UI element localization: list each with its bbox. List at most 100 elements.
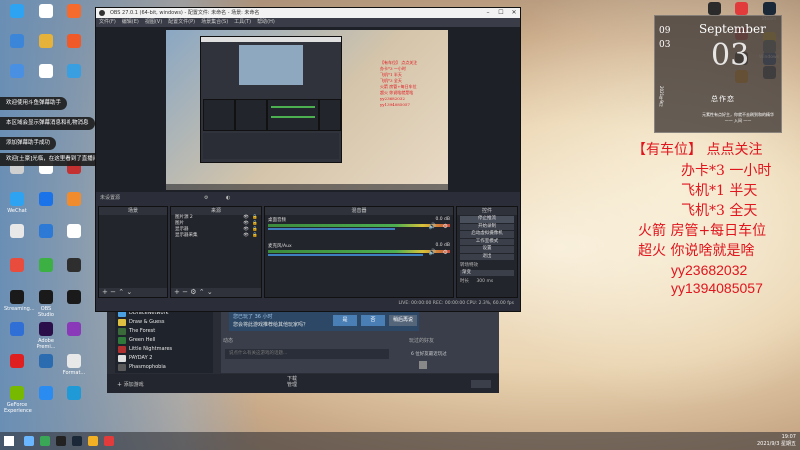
obs-menu-item[interactable]: 配置文件(P) (168, 19, 195, 25)
desktop-icon[interactable] (4, 258, 30, 274)
calendar-widget[interactable]: 09 03 September 03 2021年9月 总作恋 元素性有点好主，你… (654, 15, 782, 133)
control-button[interactable]: 启动虚拟摄像机 (460, 231, 514, 238)
filters-icon[interactable]: ◐ (226, 192, 230, 204)
desktop-icon[interactable]: OBS Studio (33, 290, 59, 318)
desktop-icon[interactable]: GeForce Experience (4, 386, 32, 414)
control-button[interactable]: 停止推流 (460, 216, 514, 223)
lock-icon[interactable]: 🔒 (252, 233, 258, 239)
taskbar-app-2-icon[interactable] (40, 436, 50, 446)
mic-gear-icon[interactable]: ⚙ (443, 249, 448, 256)
move-down-icon[interactable]: ⌄ (126, 288, 132, 296)
friend-avatar[interactable] (419, 361, 427, 369)
desktop-icon[interactable] (61, 34, 87, 50)
downloads-button[interactable]: 下载 管理 (287, 376, 297, 388)
settings-gear-icon[interactable]: ⚙ (443, 223, 448, 230)
activity-input[interactable]: 说点什么有关这游戏的话题... (225, 349, 389, 359)
desktop-icon[interactable] (33, 64, 59, 80)
mic-slider[interactable] (268, 254, 423, 256)
add-source-icon[interactable]: + (174, 288, 180, 296)
desktop-icon[interactable] (61, 258, 87, 274)
remove-scene-icon[interactable]: − (110, 288, 116, 296)
desktop-icon[interactable] (33, 4, 59, 20)
move-up-icon[interactable]: ⌃ (118, 288, 124, 296)
desktop-icon[interactable] (4, 322, 30, 338)
taskbar-folder-icon[interactable] (88, 436, 98, 446)
taskbar-app-1-icon[interactable] (24, 436, 34, 446)
obs-window[interactable]: OBS 27.0.1 (64-bit, windows) - 配置文件: 未命名… (95, 7, 521, 312)
desktop-icon[interactable] (4, 34, 30, 50)
desktop-icon[interactable]: WeChat (4, 192, 30, 214)
notification-guest[interactable]: 欢迎[土豪]光临，在这里看到了直播间 (0, 153, 105, 166)
recommend-later-button[interactable]: 稍后再说 (389, 315, 417, 326)
visibility-eye-icon[interactable]: 👁 (243, 233, 249, 239)
source-item[interactable]: 显示器采集 👁 🔒 (171, 233, 261, 239)
desktop-icon[interactable] (33, 258, 59, 274)
duration-field[interactable]: 时长 300 ms (460, 278, 514, 284)
steam-game-item[interactable]: Green Hell (115, 336, 213, 345)
transition-select[interactable]: 渐变 (460, 270, 514, 276)
desktop-audio-slider[interactable] (268, 228, 396, 230)
add-game-button[interactable]: ＋ 添加游戏 (117, 381, 144, 388)
steam-game-item[interactable]: Phasmophobia (115, 363, 213, 372)
steam-game-item[interactable]: PAYDAY 2 (115, 354, 213, 363)
steam-game-item[interactable]: Little Nightmares (115, 345, 213, 354)
minimize-icon[interactable]: – (482, 8, 494, 18)
desktop-icon[interactable] (61, 64, 87, 80)
desktop-icon[interactable] (33, 386, 59, 402)
taskbar-app-6-icon[interactable] (104, 436, 114, 446)
recommend-no-button[interactable]: 否 (361, 315, 385, 326)
steam-game-item[interactable]: Draw & Guess (115, 318, 213, 327)
close-icon[interactable]: ✕ (508, 8, 520, 18)
taskbar-steam-icon[interactable] (72, 436, 82, 446)
obs-menu-item[interactable]: 编辑(E) (122, 19, 139, 25)
notification-area-info[interactable]: 本区域会显示弹幕消息和礼物消息 (0, 117, 95, 130)
obs-menu-item[interactable]: 文件(F) (99, 19, 116, 25)
source-down-icon[interactable]: ⌄ (207, 288, 213, 296)
control-button[interactable]: 设置 (460, 246, 514, 253)
taskbar-clock[interactable]: 19:07 2021/9/3 星期五 (757, 434, 796, 448)
control-button[interactable]: 工作室模式 (460, 238, 514, 245)
desktop-icon[interactable] (33, 224, 59, 240)
add-scene-icon[interactable]: + (102, 288, 108, 296)
start-windows-icon[interactable] (4, 436, 14, 446)
desktop-icon[interactable] (33, 34, 59, 50)
desktop-icon[interactable] (61, 192, 87, 208)
notification-added[interactable]: 添加弹幕助手成功 (0, 137, 57, 150)
calendar-month-number: 09 (659, 26, 671, 36)
friends-chat-button[interactable] (471, 380, 491, 388)
desktop-icon[interactable] (33, 354, 59, 370)
obs-menu-item[interactable]: 视图(V) (145, 19, 162, 25)
speaker-icon[interactable]: 🔊 (429, 223, 436, 230)
remove-source-icon[interactable]: − (182, 288, 188, 296)
source-settings-icon[interactable]: ⚙ (190, 288, 196, 296)
desktop-icon[interactable]: Streaming... (4, 290, 35, 312)
desktop-icon[interactable] (61, 386, 87, 402)
maximize-icon[interactable]: ☐ (495, 8, 507, 18)
steam-game-item[interactable]: The Forest (115, 327, 213, 336)
desktop-icon[interactable] (4, 64, 30, 80)
desktop-icon[interactable] (61, 290, 87, 306)
obs-menu-item[interactable]: 工具(T) (234, 19, 251, 25)
desktop-icon[interactable] (61, 322, 87, 338)
mic-speaker-icon[interactable]: 🔊 (429, 249, 436, 256)
desktop-icon[interactable] (4, 4, 30, 20)
desktop-icon[interactable] (4, 224, 30, 240)
desktop-icon[interactable] (61, 224, 87, 240)
obs-menu-item[interactable]: 帮助(H) (257, 19, 275, 25)
notification-welcome[interactable]: 欢迎使用斗鱼弹幕助手 (0, 97, 68, 110)
source-up-icon[interactable]: ⌃ (199, 288, 205, 296)
control-button[interactable]: 开始录制 (460, 223, 514, 230)
desktop-icon[interactable] (33, 192, 59, 208)
obs-menu-item[interactable]: 场景集合(S) (201, 19, 228, 25)
desktop-icon[interactable]: Format... (61, 354, 87, 376)
desktop-icon[interactable]: Adobe Premi... (33, 322, 59, 350)
recommend-yes-button[interactable]: 是 (333, 315, 357, 326)
desktop-icon[interactable] (4, 354, 30, 370)
control-button[interactable]: 退出 (460, 253, 514, 260)
app-icon (39, 386, 53, 400)
steam-window[interactable]: DDraceNetwork Draw & Guess The Forest Green… (107, 309, 499, 393)
taskbar-obs-icon[interactable] (56, 436, 66, 446)
obs-preview[interactable]: 【有车位】 点点关注 办卡*3 一小时 飞机*1 半天 飞机*3 全天 火箭 房… (96, 27, 520, 192)
properties-gear-icon[interactable]: ⚙ (204, 192, 208, 204)
desktop-icon[interactable] (61, 4, 87, 20)
